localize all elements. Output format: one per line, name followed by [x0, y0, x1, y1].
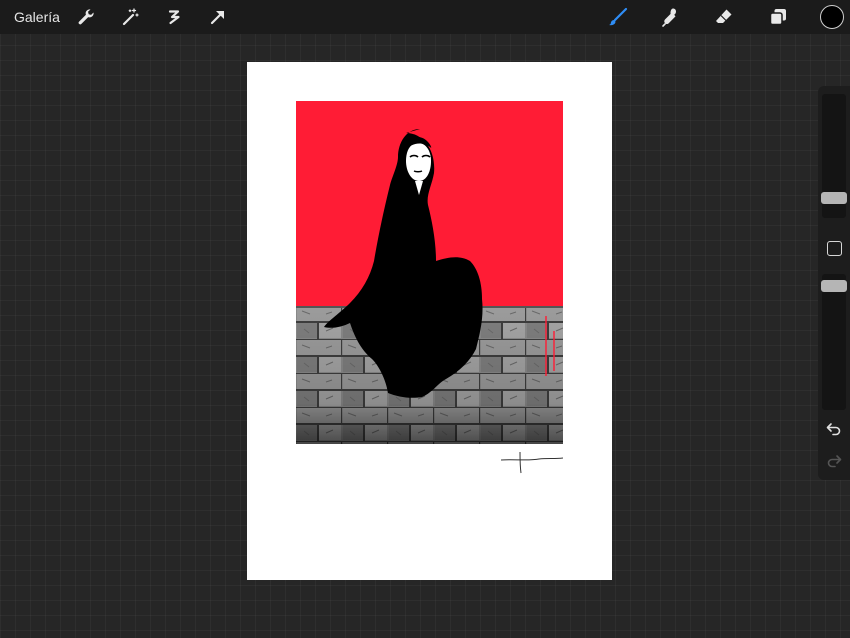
smudge-icon[interactable] [660, 6, 682, 28]
wrench-icon[interactable] [75, 6, 97, 28]
opacity-slider[interactable] [821, 274, 847, 410]
opacity-knob[interactable] [821, 280, 847, 292]
brush-size-knob[interactable] [821, 192, 847, 204]
brush-icon[interactable] [607, 6, 629, 28]
color-picker-button[interactable] [820, 5, 844, 29]
undo-arrow-icon[interactable] [825, 420, 843, 438]
square-modify-icon[interactable] [827, 241, 842, 256]
brush-size-slider[interactable] [821, 94, 847, 218]
eraser-icon[interactable] [713, 6, 735, 28]
magic-wand-icon[interactable] [119, 6, 141, 28]
canvas-paper[interactable] [247, 62, 612, 580]
artwork [296, 101, 563, 444]
top-toolbar: Galería [0, 0, 850, 34]
transform-arrow-icon[interactable] [207, 6, 229, 28]
selection-icon[interactable] [163, 6, 185, 28]
sidebar [818, 86, 850, 480]
redo-arrow-icon[interactable] [825, 452, 843, 470]
artist-signature [500, 451, 564, 474]
layers-icon[interactable] [767, 6, 789, 28]
gallery-button[interactable]: Galería [14, 8, 60, 26]
